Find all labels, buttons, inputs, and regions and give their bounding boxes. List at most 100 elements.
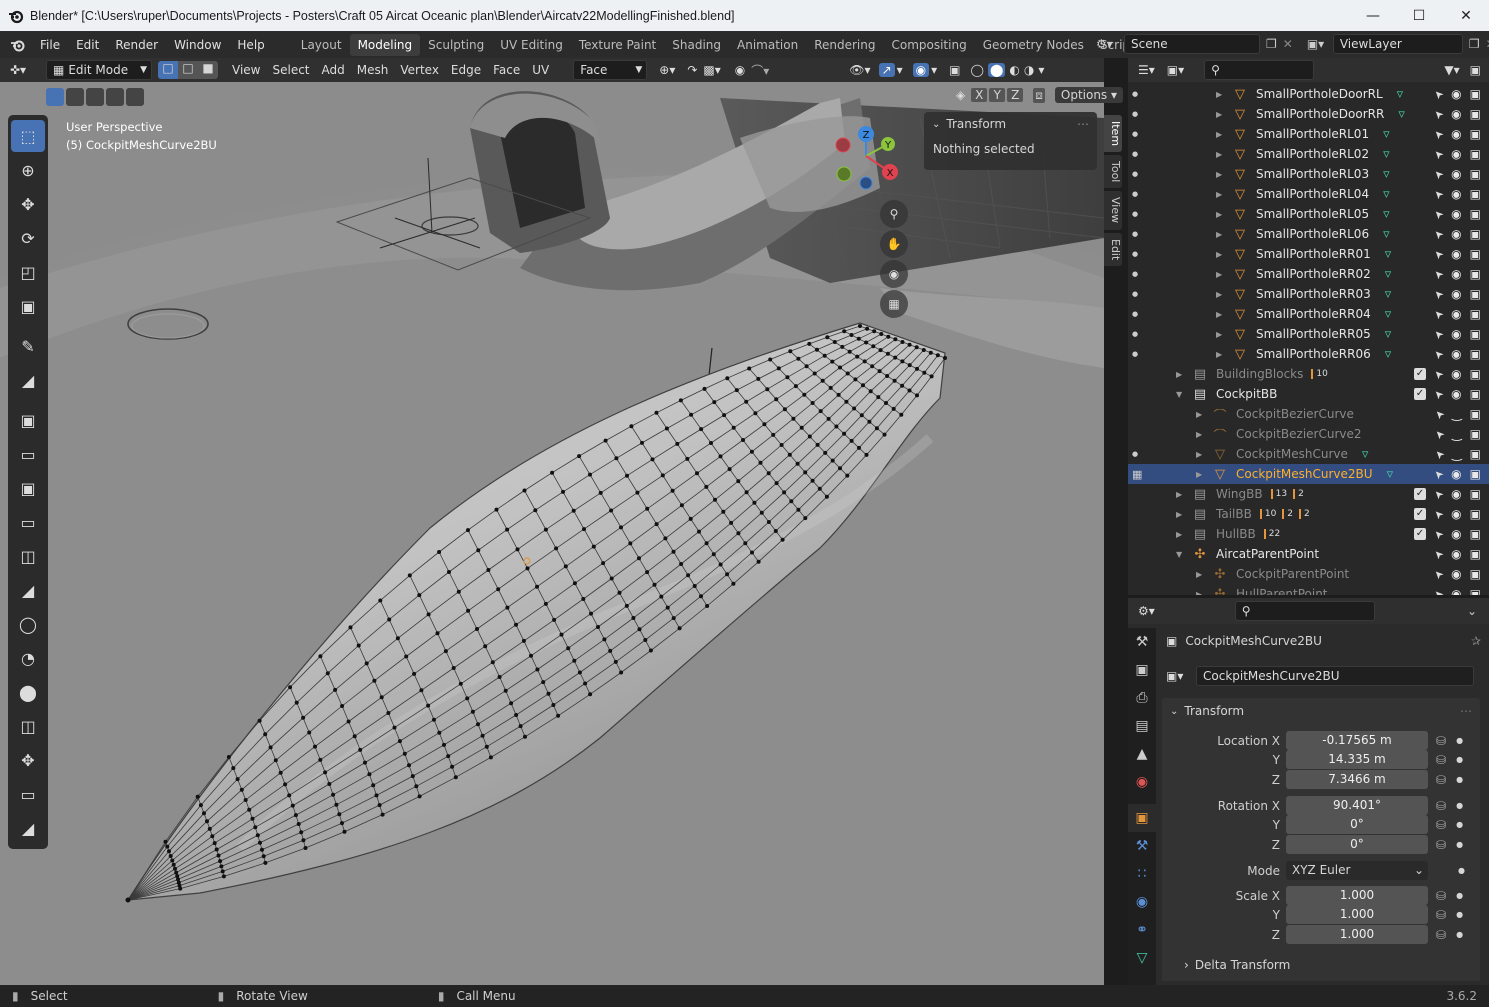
mesh-vertex[interactable] — [774, 397, 779, 402]
mesh-vertex[interactable] — [810, 478, 815, 483]
mesh-vertex[interactable] — [762, 422, 767, 427]
mesh-vertex[interactable] — [727, 467, 732, 472]
mesh-vertex[interactable] — [899, 412, 904, 417]
mesh-vertex[interactable] — [195, 794, 200, 799]
spin-icon[interactable]: ◔ — [11, 642, 45, 674]
mesh-vertex[interactable] — [543, 601, 548, 606]
close-button[interactable]: ✕ — [1443, 0, 1489, 31]
mesh-vertex[interactable] — [352, 734, 357, 739]
mesh-vertex[interactable] — [736, 479, 741, 484]
mesh-vertex[interactable] — [299, 830, 304, 835]
mesh-vertex[interactable] — [541, 680, 546, 685]
mesh-vertex[interactable] — [337, 812, 342, 817]
mesh-vertex[interactable] — [796, 356, 801, 361]
mesh-vertex[interactable] — [884, 401, 888, 405]
selectable-arrow-icon[interactable]: ➤ — [1431, 566, 1447, 582]
render-camera-icon[interactable]: ▣ — [1470, 527, 1481, 541]
mesh-vertex[interactable] — [842, 431, 847, 436]
mesh-vertex[interactable] — [577, 454, 582, 459]
outliner-row[interactable]: ▶ ⌒ CockpitBezierCurve ➤ ‿ ▣ — [1128, 404, 1489, 424]
rotation-mode-select[interactable]: XYZ Euler ⌄ — [1286, 861, 1428, 880]
mesh-vertex[interactable] — [288, 685, 293, 690]
mesh-vertex[interactable] — [323, 770, 328, 775]
mesh-vertex[interactable] — [407, 573, 412, 578]
mesh-vertex[interactable] — [260, 847, 264, 852]
eye-icon[interactable]: ◉ — [1451, 367, 1461, 381]
mesh-vertex[interactable] — [648, 648, 653, 653]
mesh-vertex[interactable] — [505, 605, 510, 610]
eye-icon[interactable]: ◉ — [1451, 167, 1461, 181]
mesh-vertex[interactable] — [900, 383, 905, 388]
menu-face[interactable]: Face — [487, 60, 526, 80]
mesh-vertex[interactable] — [470, 709, 475, 714]
mesh-vertex[interactable] — [371, 783, 376, 788]
mesh-vertex[interactable] — [466, 608, 471, 613]
axis-x-toggle[interactable]: X — [971, 88, 988, 102]
mesh-vertex[interactable] — [437, 730, 442, 735]
mesh-vertex[interactable] — [220, 869, 225, 874]
mesh-vertex[interactable] — [893, 355, 898, 360]
mesh-vertex[interactable] — [207, 826, 212, 831]
exclude-checkbox[interactable]: ✓ — [1413, 528, 1426, 540]
mesh-vertex[interactable] — [921, 348, 926, 352]
expand-arrow-icon[interactable]: ▶ — [1196, 450, 1210, 459]
mesh-vertex[interactable] — [535, 667, 540, 672]
expand-arrow-icon[interactable]: ▶ — [1216, 270, 1230, 279]
mesh-vertex[interactable] — [588, 472, 592, 477]
mesh-vertex[interactable] — [456, 589, 461, 594]
selectable-arrow-icon[interactable]: ➤ — [1431, 526, 1447, 542]
properties-editor-icon[interactable]: ⚙▾ — [1138, 604, 1155, 618]
mesh-data-icon[interactable]: ▿ — [1397, 87, 1404, 102]
render-camera-icon[interactable]: ▣ — [1470, 187, 1481, 201]
selectable-arrow-icon[interactable]: ➤ — [1432, 426, 1448, 442]
mesh-vertex[interactable] — [212, 841, 217, 846]
edge-slide-icon[interactable]: ◫ — [11, 710, 45, 742]
mesh-vertex[interactable] — [654, 410, 659, 415]
mesh-vertex[interactable] — [480, 733, 485, 738]
mesh-vertex[interactable] — [559, 632, 564, 637]
mesh-vertex[interactable] — [845, 473, 850, 478]
mesh-vertex[interactable] — [505, 527, 510, 532]
eye-icon[interactable]: ◉ — [1451, 307, 1461, 321]
mesh-vertex[interactable] — [774, 481, 779, 486]
render-camera-icon[interactable]: ▣ — [1470, 207, 1481, 221]
outliner-row[interactable]: ● ▶ ▽ SmallPortholeRR04 ▿ ➤ ◉ ▣ — [1128, 304, 1489, 324]
mesh-vertex[interactable] — [257, 718, 262, 723]
mesh-vertex[interactable] — [167, 849, 171, 854]
mesh-vertex[interactable] — [165, 844, 170, 849]
mesh-vertex[interactable] — [721, 509, 726, 514]
selectable-arrow-icon[interactable]: ➤ — [1431, 546, 1447, 562]
mesh-vertex[interactable] — [614, 456, 619, 461]
outliner-row[interactable]: ▼ ✣ AircatParentPoint ➤ ◉ ▣ — [1128, 544, 1489, 564]
mesh-data-icon[interactable]: ▿ — [1385, 267, 1392, 282]
mesh-vertex[interactable] — [387, 617, 392, 622]
mesh-vertex[interactable] — [608, 648, 613, 653]
lock-icon[interactable]: ⛁ — [1436, 838, 1446, 852]
mesh-vertex[interactable] — [496, 587, 501, 592]
mesh-vertex[interactable] — [601, 561, 606, 566]
mesh-vertex[interactable] — [307, 730, 312, 735]
drag-handle-icon[interactable]: ⋯ — [1460, 704, 1472, 718]
keyframe-dot-icon[interactable]: ● — [1456, 775, 1463, 784]
visibility-dot-icon[interactable]: ● — [1132, 250, 1148, 258]
shrink-fatten-icon[interactable]: ✥ — [11, 744, 45, 776]
mesh-vertex[interactable] — [552, 617, 557, 622]
expand-arrow-icon[interactable]: ▼ — [1176, 390, 1190, 399]
mesh-vertex[interactable] — [900, 340, 905, 344]
mesh-vertex[interactable] — [432, 717, 436, 722]
mesh-vertex[interactable] — [892, 378, 897, 383]
cursor-icon[interactable]: ⊕ — [11, 154, 45, 186]
pin-icon[interactable]: ✰ — [1471, 634, 1481, 648]
mesh-vertex[interactable] — [629, 424, 634, 429]
expand-arrow-icon[interactable]: ▶ — [1196, 570, 1210, 579]
mesh-vertex[interactable] — [453, 775, 458, 780]
delta-transform-header[interactable]: › Delta Transform — [1184, 958, 1290, 972]
mesh-vertex[interactable] — [752, 500, 757, 505]
mesh-vertex[interactable] — [652, 582, 657, 587]
menu-file[interactable]: File — [32, 34, 68, 56]
mesh-vertex[interactable] — [442, 742, 446, 747]
mesh-vertex[interactable] — [556, 713, 561, 718]
expand-arrow-icon[interactable]: ▶ — [1216, 250, 1230, 259]
rotation-y-field[interactable]: 0° — [1286, 815, 1428, 834]
selectable-arrow-icon[interactable]: ➤ — [1431, 166, 1447, 182]
